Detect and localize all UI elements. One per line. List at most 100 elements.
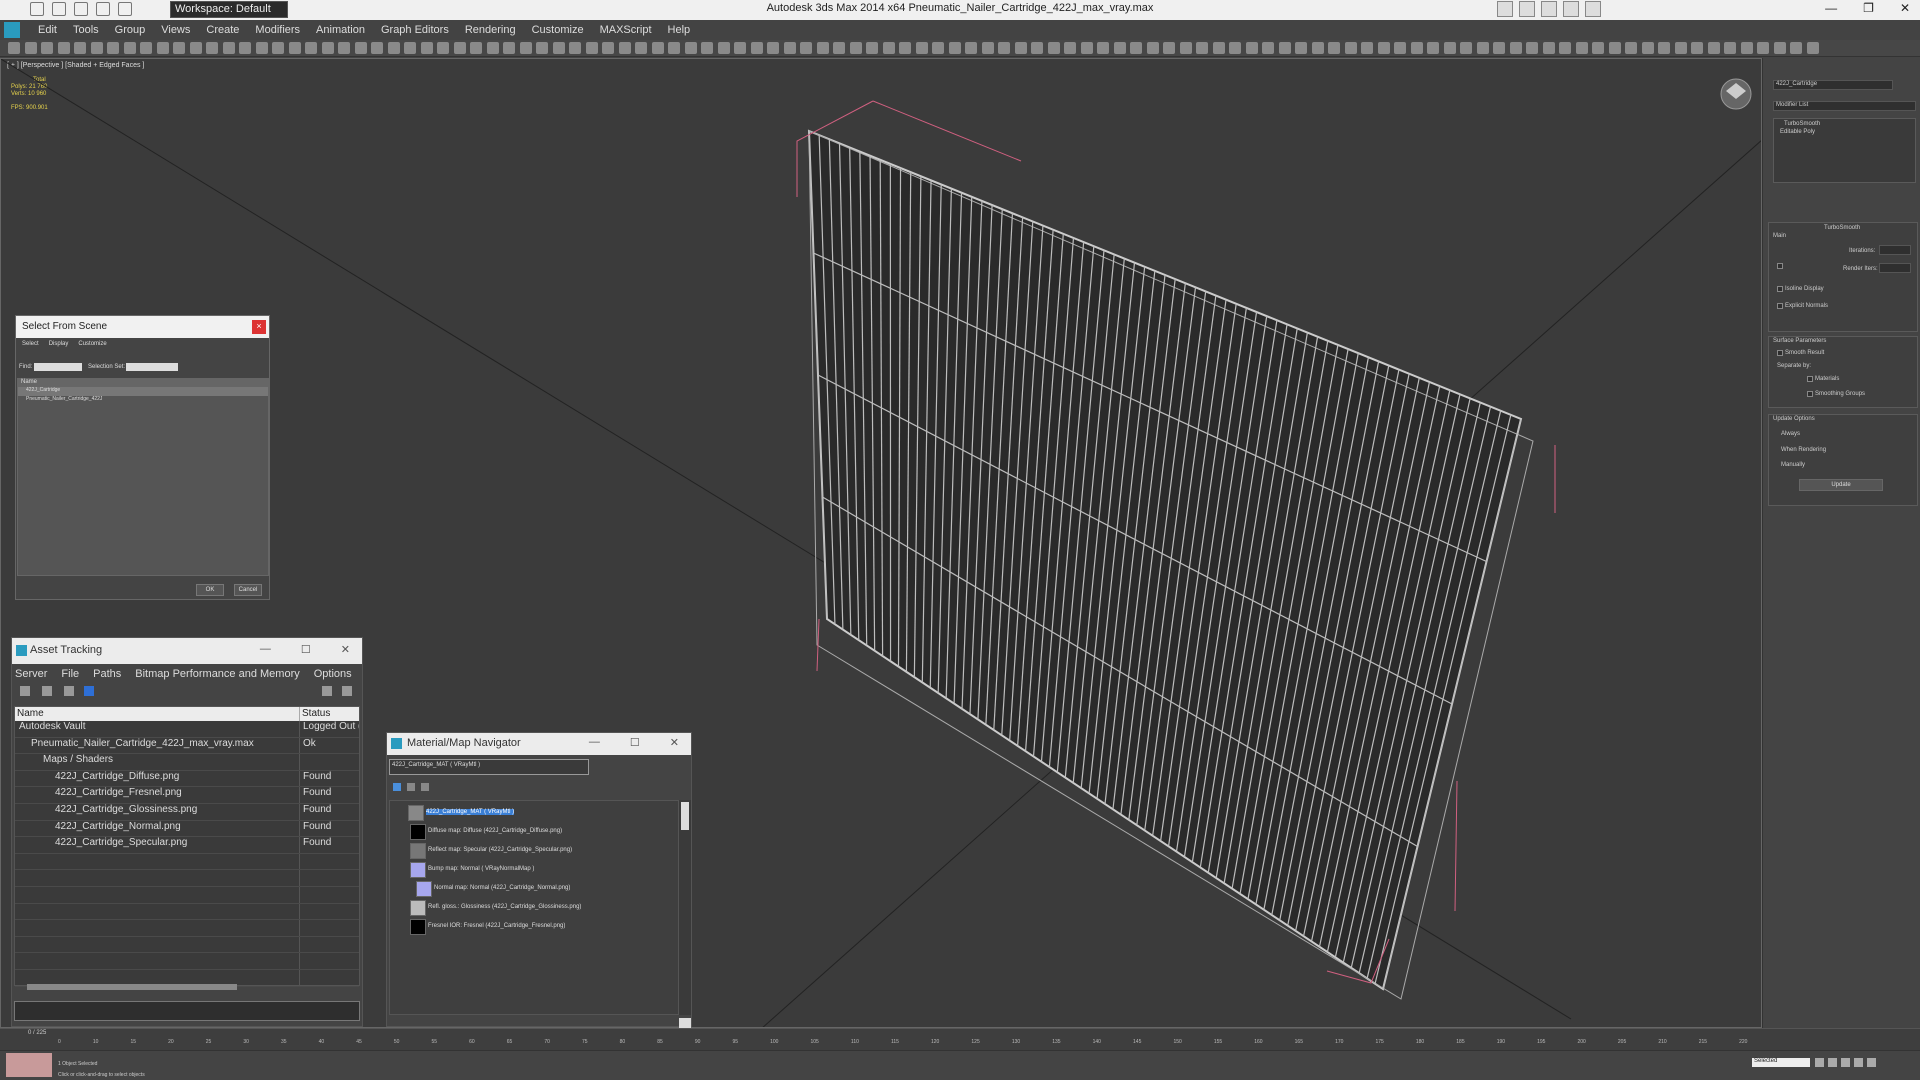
material-node[interactable]: Fresnel IOR: Fresnel (422J_Cartridge_Fre… (428, 923, 565, 929)
map-swatch[interactable] (410, 919, 426, 935)
explicit-normals-checkbox[interactable] (1777, 303, 1783, 309)
ok-button[interactable]: OK (196, 584, 224, 596)
toolbar-button-icon[interactable] (684, 42, 697, 54)
table-row[interactable]: Pneumatic_Nailer_Cartridge_422J_max_vray… (15, 737, 359, 755)
toolbar-button-icon[interactable] (1740, 42, 1753, 54)
toolbar-button-icon[interactable] (74, 42, 86, 54)
toolbar-button-icon[interactable] (1476, 42, 1489, 54)
next-frame-icon[interactable] (1854, 1058, 1863, 1067)
isoline-checkbox[interactable] (1777, 286, 1783, 292)
previous-frame-icon[interactable] (1828, 1058, 1837, 1067)
toolbar-button-icon[interactable] (338, 42, 350, 54)
toolbar-button-icon[interactable] (833, 42, 845, 54)
help-icon[interactable] (1585, 1, 1601, 17)
toolbar-button-icon[interactable] (470, 42, 482, 54)
maximize-icon[interactable]: ☐ (630, 736, 640, 749)
toolbar-button-icon[interactable] (1196, 42, 1208, 54)
toolbar-button-icon[interactable] (536, 42, 548, 54)
table-row[interactable]: Autodesk Vault Logged Out ( (15, 721, 359, 738)
toolbar-button-icon[interactable] (437, 42, 449, 54)
minimize-icon[interactable]: — (589, 736, 600, 749)
scroll-thumb[interactable] (681, 802, 689, 830)
toolbar-button-icon[interactable] (1394, 42, 1406, 54)
frame-counter[interactable]: 0 / 225 (28, 1030, 46, 1036)
map-swatch[interactable] (416, 881, 432, 897)
toolbar-button-icon[interactable] (948, 42, 961, 54)
toolbar-button-icon[interactable] (1295, 42, 1307, 54)
viewcube-icon[interactable] (1720, 78, 1752, 110)
menu-graph-editors[interactable]: Graph Editors (373, 24, 457, 36)
menu-rendering[interactable]: Rendering (457, 24, 524, 36)
menu-edit[interactable]: Edit (30, 24, 65, 36)
toolbar-button-icon[interactable] (1146, 42, 1159, 54)
list-view-icon[interactable] (393, 783, 401, 791)
material-node[interactable]: Reflect map: Specular (422J_Cartridge_Sp… (428, 847, 572, 853)
menu-tools[interactable]: Tools (65, 24, 107, 36)
play-icon[interactable] (1841, 1058, 1850, 1067)
workspace-dropdown[interactable]: Workspace: Default (170, 1, 288, 18)
toolbar-button-icon[interactable] (552, 42, 565, 54)
toolbar-button-icon[interactable] (1460, 42, 1472, 54)
toolbar-button-icon[interactable] (222, 42, 235, 54)
maximize-icon[interactable]: ☐ (301, 643, 311, 656)
cartridge-wireframe[interactable] (807, 129, 1534, 1000)
toolbar-button-icon[interactable] (41, 42, 53, 54)
toolbar-button-icon[interactable] (965, 42, 977, 54)
toolbar-button-icon[interactable] (173, 42, 185, 54)
modifier-list-dropdown[interactable]: Modifier List (1773, 101, 1916, 111)
save-file-icon[interactable] (74, 2, 88, 16)
toolbar-button-icon[interactable] (1130, 42, 1142, 54)
toolbar-button-icon[interactable] (1212, 42, 1225, 54)
cancel-button[interactable]: Cancel (234, 584, 262, 596)
name-column-header[interactable]: Name (15, 707, 300, 721)
close-icon[interactable]: ✕ (1900, 1, 1910, 15)
toolbar-button-icon[interactable] (8, 42, 20, 54)
app-logo-icon[interactable] (4, 22, 20, 38)
toolbar-button-icon[interactable] (915, 42, 928, 54)
toolbar-button-icon[interactable] (1361, 42, 1373, 54)
table-row[interactable]: 422J_Cartridge_Specular.png Found (15, 837, 359, 854)
toolbar-button-icon[interactable] (618, 42, 631, 54)
toolbar-button-icon[interactable] (1691, 42, 1703, 54)
toolbar-button-icon[interactable] (123, 42, 136, 54)
menu-create[interactable]: Create (198, 24, 247, 36)
list-item[interactable]: Pneumatic_Nailer_Cartridge_422J (18, 396, 268, 405)
smoothing-groups-checkbox[interactable] (1807, 391, 1813, 397)
material-node[interactable]: Bump map: Normal ( VRayNormalMap ) (428, 866, 534, 872)
toolbar-button-icon[interactable] (1773, 42, 1786, 54)
update-button[interactable]: Update (1799, 479, 1883, 491)
toolbar-button-icon[interactable] (1377, 42, 1390, 54)
refresh-icon[interactable] (20, 686, 30, 696)
smooth-result-checkbox[interactable] (1777, 350, 1783, 356)
map-swatch[interactable] (410, 843, 426, 859)
name-column-header[interactable]: Name (18, 379, 268, 387)
toolbar-button-icon[interactable] (57, 42, 70, 54)
minimize-icon[interactable]: — (1825, 1, 1837, 15)
toolbar-button-icon[interactable] (1278, 42, 1291, 54)
tree-view-icon[interactable] (64, 686, 74, 696)
open-file-icon[interactable] (52, 2, 66, 16)
toolbar-button-icon[interactable] (1014, 42, 1027, 54)
toolbar-button-icon[interactable] (272, 42, 284, 54)
status-column-header[interactable]: Status (300, 707, 332, 721)
toolbar-button-icon[interactable] (503, 42, 515, 54)
close-icon[interactable]: ✕ (670, 736, 679, 749)
list-item[interactable]: 422J_Cartridge (18, 387, 268, 396)
list-view-icon[interactable] (42, 686, 52, 696)
material-node[interactable]: 422J_Cartridge_MAT ( VRayMtl ) (426, 809, 515, 815)
toolbar-button-icon[interactable] (899, 42, 911, 54)
toolbar-button-icon[interactable] (734, 42, 746, 54)
table-row[interactable]: 422J_Cartridge_Glossiness.png Found (15, 803, 359, 821)
new-file-icon[interactable] (30, 2, 44, 16)
toolbar-button-icon[interactable] (1410, 42, 1423, 54)
object-name-field[interactable]: 422J_Cartridge (1773, 80, 1893, 90)
menu-customize[interactable]: Customize (524, 24, 592, 36)
toolbar-button-icon[interactable] (849, 42, 862, 54)
redo-icon[interactable] (118, 2, 132, 16)
toolbar-button-icon[interactable] (1592, 42, 1604, 54)
iterations-spinner[interactable] (1879, 245, 1911, 255)
toolbar-button-icon[interactable] (1262, 42, 1274, 54)
toolbar-button-icon[interactable] (1311, 42, 1324, 54)
toolbar-button-icon[interactable] (701, 42, 713, 54)
toolbar-button-icon[interactable] (602, 42, 614, 54)
